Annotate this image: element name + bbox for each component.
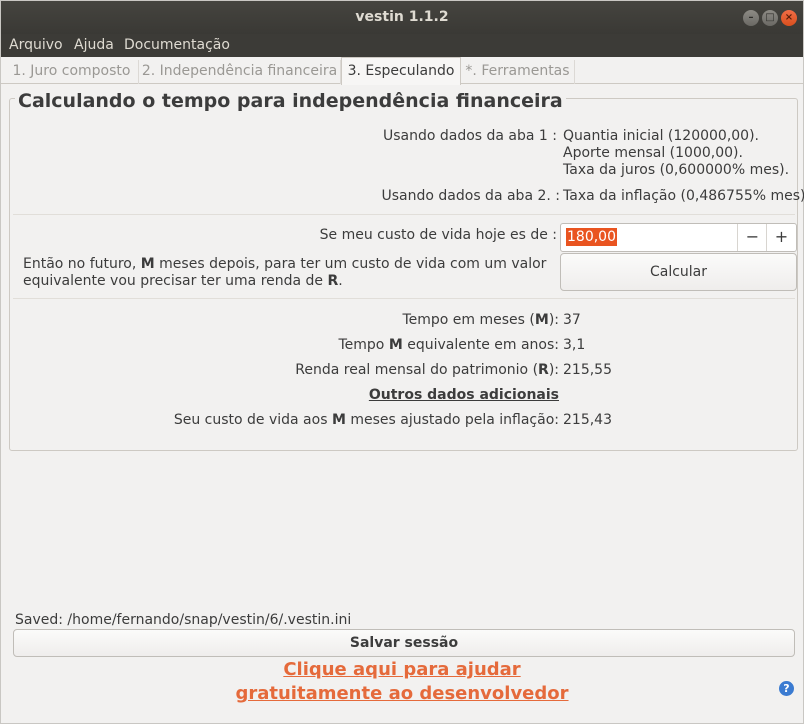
future-description-line1: Então no futuro, M meses depois, para te… [23,256,547,272]
maximize-icon[interactable]: □ [762,10,778,26]
menu-ajuda[interactable]: Ajuda [74,37,114,53]
separator [13,214,795,215]
tab2-label: Usando dados da aba 2. : [381,188,561,204]
future-description-line2: equivalente vou precisar ter uma renda d… [23,273,343,289]
frame-title: Calculando o tempo para independência fi… [15,90,566,112]
income-value: 215,55 [563,362,612,378]
months-label: Tempo em meses (M): [402,312,559,328]
adjusted-cost-label: Seu custo de vida aos M meses ajustado p… [173,412,559,428]
menu-documentacao[interactable]: Documentação [124,37,230,53]
tab-bar: 1. Juro composto 2. Independência financ… [1,57,803,85]
donate-link-line2[interactable]: gratuitamente ao desenvolvedor [1,683,803,704]
menu-arquivo[interactable]: Arquivo [9,37,63,53]
status-text: Saved: /home/fernando/snap/vestin/6/.ves… [15,612,352,628]
window-title: vestin 1.1.2 [355,9,449,25]
calculate-button[interactable]: Calcular [560,253,797,291]
close-icon[interactable]: × [781,10,797,26]
tab-especulando[interactable]: 3. Especulando [341,57,461,85]
donate-link-line1[interactable]: Clique aqui para ajudar [1,659,803,680]
tab1-label: Usando dados da aba 1 : [382,128,557,144]
app-window: vestin 1.1.2 – □ × Arquivo Ajuda Documen… [0,0,804,724]
decrement-button[interactable]: − [737,224,767,251]
interest-rate-text: Taxa da juros (0,600000% mes). [563,162,790,178]
income-label: Renda real mensal do patrimonio (R): [295,362,559,378]
tab-ferramentas[interactable]: *. Ferramentas [461,60,575,84]
inflation-rate-text: Taxa da inflação (0,486755% mes). [563,188,804,204]
separator [13,298,795,299]
help-icon[interactable]: ? [779,681,794,696]
initial-amount-text: Quantia inicial (120000,00). [563,128,759,144]
cost-of-living-value[interactable]: 180,00 [566,228,617,246]
tab-juro-composto[interactable]: 1. Juro composto [5,60,139,84]
increment-button[interactable]: + [766,224,796,251]
monthly-contribution-text: Aporte mensal (1000,00). [563,145,743,161]
adjusted-cost-value: 215,43 [563,412,612,428]
title-bar[interactable]: vestin 1.1.2 – □ × [1,1,803,34]
cost-of-living-label: Se meu custo de vida hoje es de : [319,227,557,243]
years-value: 3,1 [563,337,586,353]
save-session-button[interactable]: Salvar sessão [13,629,795,657]
cost-of-living-input[interactable]: 180,00 − + [560,223,797,252]
months-value: 37 [563,312,581,328]
menu-bar: Arquivo Ajuda Documentação [1,34,803,57]
years-label: Tempo M equivalente em anos: [338,337,559,353]
minimize-icon[interactable]: – [743,10,759,26]
tab-independencia-financeira[interactable]: 2. Independência financeira [139,60,341,84]
extra-data-header: Outros dados adicionais [368,387,559,403]
